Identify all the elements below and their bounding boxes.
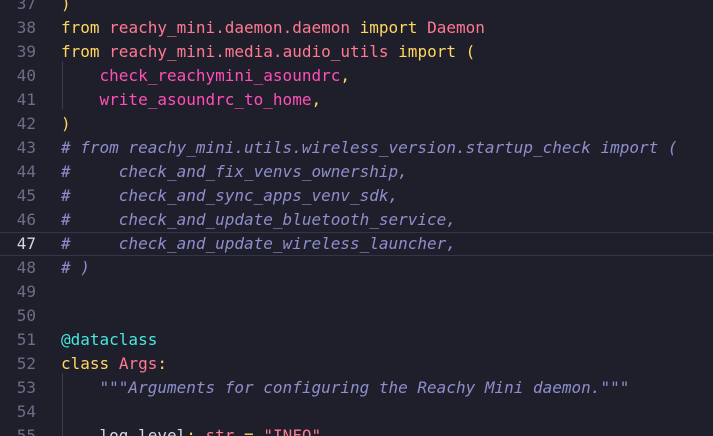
- line-number: 53: [16, 378, 36, 397]
- line-code: @dataclass: [61, 328, 157, 352]
- line-number: 37: [16, 0, 36, 13]
- line-code: # ): [61, 256, 90, 280]
- line-code: # check_and_update_wireless_launcher,: [61, 233, 456, 255]
- indent-guide: [62, 373, 63, 436]
- line-number: 43: [16, 138, 36, 157]
- code-token: # check_and_sync_apps_venv_sdk,: [61, 186, 399, 205]
- line-number: 54: [16, 402, 36, 421]
- code-token: ): [61, 114, 71, 133]
- code-line[interactable]: 43 # from reachy_mini.utils.wireless_vers…: [0, 136, 713, 160]
- code-token: write_asoundrc_to_home: [99, 90, 312, 109]
- line-code: from reachy_mini.daemon.daemon import Da…: [61, 16, 485, 40]
- code-token: class: [61, 354, 110, 373]
- line-code: from reachy_mini.media.audio_utils impor…: [61, 40, 475, 64]
- code-line[interactable]: 54: [0, 400, 713, 424]
- line-number: 42: [16, 114, 36, 133]
- code-line[interactable]: 53 """Arguments for configuring the Reac…: [0, 376, 713, 400]
- line-number: 51: [16, 330, 36, 349]
- code-token: @dataclass: [61, 330, 158, 349]
- code-token: import: [398, 42, 456, 61]
- line-code: log_level: str = "INFO": [61, 424, 322, 436]
- code-token: log_level: [99, 426, 187, 436]
- code-token: from: [61, 18, 100, 37]
- code-token: reachy_mini.media.audio_utils: [109, 42, 389, 61]
- code-line[interactable]: 55 log_level: str = "INFO": [0, 424, 713, 436]
- code-token: Args: [118, 354, 158, 373]
- line-number: 38: [16, 18, 36, 37]
- code-line[interactable]: 49: [0, 280, 713, 304]
- line-code: check_reachymini_asoundrc,: [61, 64, 350, 88]
- line-number: 41: [16, 90, 36, 109]
- code-token: """Arguments for configuring the Reachy …: [99, 378, 630, 397]
- code-token: :: [186, 426, 206, 436]
- code-token: ,: [311, 90, 322, 109]
- line-code: # check_and_update_bluetooth_service,: [61, 208, 456, 232]
- code-token: # check_and_update_bluetooth_service,: [61, 210, 456, 229]
- code-token: reachy_mini.daemon.daemon: [109, 18, 350, 37]
- code-token: # from reachy_mini.utils.wireless_versio…: [61, 138, 678, 157]
- line-code: """Arguments for configuring the Reachy …: [61, 376, 630, 400]
- code-line[interactable]: 42): [0, 112, 713, 136]
- code-line[interactable]: 44 # check_and_fix_venvs_ownership,: [0, 160, 713, 184]
- code-line[interactable]: 48 # ): [0, 256, 713, 280]
- line-number: 50: [16, 306, 36, 325]
- code-token: # ): [61, 258, 90, 277]
- line-number: 39: [16, 42, 36, 61]
- code-token: =: [234, 426, 264, 436]
- line-code: ): [61, 0, 71, 16]
- code-token: from: [61, 42, 100, 61]
- line-number: 46: [16, 210, 36, 229]
- code-token: # check_and_update_wireless_launcher,: [61, 234, 456, 253]
- code-line[interactable]: 50: [0, 304, 713, 328]
- line-number: 52: [16, 354, 36, 373]
- code-editor[interactable]: 37) 38 from reachy_mini.daemon.daemon impo…: [0, 0, 713, 436]
- line-number: 55: [16, 426, 36, 436]
- line-number: 45: [16, 186, 36, 205]
- line-code: # check_and_sync_apps_venv_sdk,: [61, 184, 398, 208]
- code-token: check_reachymini_asoundrc: [99, 66, 341, 85]
- code-line[interactable]: 37): [0, 0, 713, 16]
- code-line[interactable]: 52 class Args:: [0, 352, 713, 376]
- code-token: "INFO": [263, 426, 322, 436]
- line-number: 47: [16, 234, 36, 253]
- line-code: # from reachy_mini.utils.wireless_versio…: [61, 136, 678, 160]
- code-line[interactable]: 39 from reachy_mini.media.audio_utils imp…: [0, 40, 713, 64]
- line-number: 48: [16, 258, 36, 277]
- line-number: 44: [16, 162, 36, 181]
- code-line[interactable]: 41 write_asoundrc_to_home,: [0, 88, 713, 112]
- code-token: import: [359, 18, 418, 37]
- code-line[interactable]: 38 from reachy_mini.daemon.daemon import …: [0, 16, 713, 40]
- code-token: Daemon: [427, 18, 485, 37]
- code-line[interactable]: 45 # check_and_sync_apps_venv_sdk,: [0, 184, 713, 208]
- line-number: 49: [16, 282, 36, 301]
- line-code: write_asoundrc_to_home,: [61, 88, 322, 112]
- code-line[interactable]: 46 # check_and_update_bluetooth_service,: [0, 208, 713, 232]
- code-token: str: [205, 426, 235, 436]
- code-line[interactable]: 51 @dataclass: [0, 328, 713, 352]
- code-token: ): [61, 0, 71, 13]
- indent-guide: [62, 61, 63, 109]
- code-token: ,: [340, 66, 350, 85]
- code-line-active[interactable]: 47 # check_and_update_wireless_launcher,: [0, 232, 713, 256]
- code-token: # check_and_fix_venvs_ownership,: [61, 162, 408, 181]
- code-line[interactable]: 40 check_reachymini_asoundrc,: [0, 64, 713, 88]
- line-code: ): [61, 112, 71, 136]
- code-token: :: [157, 354, 167, 373]
- line-number: 40: [16, 66, 36, 85]
- code-token: (: [455, 42, 476, 61]
- line-code: class Args:: [61, 352, 167, 376]
- line-code: # check_and_fix_venvs_ownership,: [61, 160, 408, 184]
